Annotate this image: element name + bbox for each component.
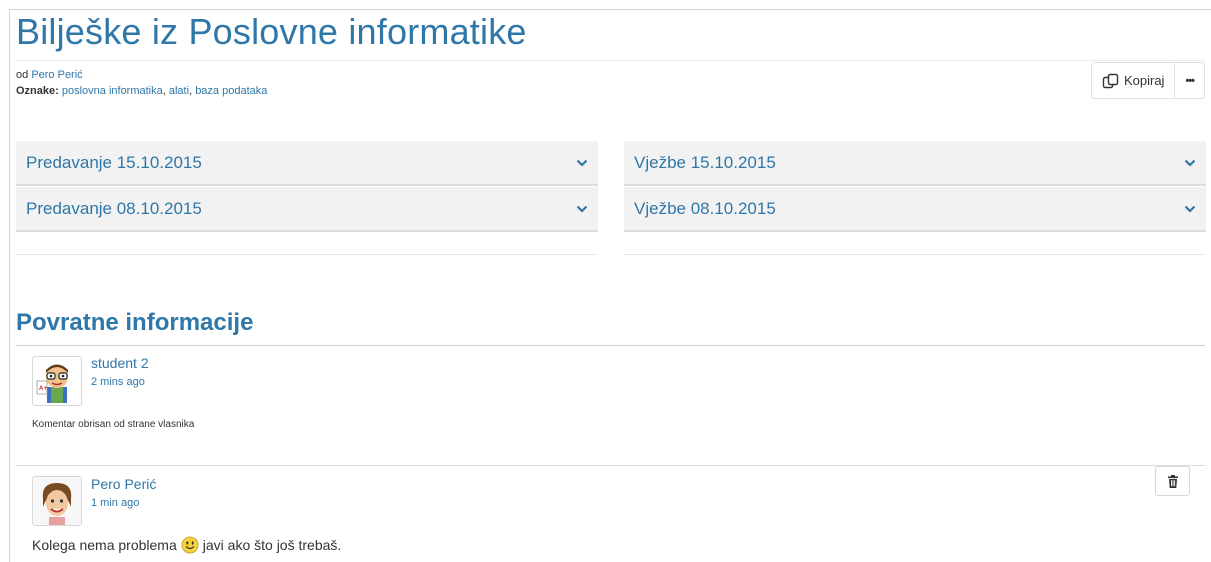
comment-text: Kolega nema problema javi ako što još tr… [32, 536, 341, 554]
accordion-divider [624, 254, 1206, 255]
feedback-divider [16, 345, 1205, 346]
avatar[interactable]: A+ [32, 356, 82, 406]
delete-comment-button[interactable] [1155, 466, 1190, 496]
accordion-label: Predavanje 15.10.2015 [26, 152, 202, 172]
tag-link[interactable]: poslovna informatika [62, 85, 163, 97]
chevron-down-icon [576, 159, 588, 167]
tags-line: Oznake: poslovna informatika, alati, baz… [16, 85, 268, 97]
feedback-title: Povratne informacije [16, 309, 254, 336]
smiley-icon [181, 536, 199, 554]
page-title: Bilješke iz Poslovne informatike [16, 11, 527, 52]
accordion-divider [16, 254, 598, 255]
comment-author[interactable]: student 2 [91, 355, 149, 371]
comment-time: 1 min ago [91, 497, 140, 509]
comment-text-part: Kolega nema problema [32, 537, 177, 553]
tag-link[interactable]: baza podataka [195, 85, 267, 97]
avatar[interactable] [32, 476, 82, 526]
accordion-item-predavanje-15[interactable]: Predavanje 15.10.2015 [16, 141, 598, 186]
accordion-item-predavanje-08[interactable]: Predavanje 08.10.2015 [16, 187, 598, 232]
accordion-label: Vježbe 08.10.2015 [634, 198, 776, 218]
user-avatar-icon [33, 477, 81, 525]
svg-text:A+: A+ [39, 385, 48, 392]
copy-label: Kopiraj [1123, 73, 1165, 88]
author-line: od Pero Perić [16, 67, 267, 83]
comment-divider [16, 465, 1205, 466]
accordion-right: Vježbe 15.10.2015 Vježbe 08.10.2015 [624, 141, 1206, 255]
more-options-button[interactable]: ••• [1174, 63, 1204, 98]
accordion-left: Predavanje 15.10.2015 Predavanje 08.10.2… [16, 141, 598, 255]
accordion-label: Predavanje 08.10.2015 [26, 198, 202, 218]
title-divider [16, 60, 1205, 61]
note-meta: od Pero Perić Oznake: poslovna informati… [16, 67, 267, 99]
note-toolbar: Kopiraj ••• [1090, 62, 1205, 99]
copy-button[interactable]: Kopiraj [1092, 63, 1174, 98]
student-avatar-icon: A+ [36, 364, 68, 403]
chevron-down-icon [576, 205, 588, 213]
trash-icon [1167, 474, 1178, 488]
author-link[interactable]: Pero Perić [31, 69, 82, 81]
accordion-item-vjezbe-15[interactable]: Vježbe 15.10.2015 [624, 141, 1206, 186]
comment-text: Komentar obrisan od strane vlasnika [32, 419, 195, 430]
chevron-down-icon [1184, 159, 1196, 167]
more-icon: ••• [1185, 74, 1195, 87]
tags-label: Oznake: [16, 85, 59, 97]
comment-author[interactable]: Pero Perić [91, 476, 156, 492]
chevron-down-icon [1184, 205, 1196, 213]
by-prefix: od [16, 69, 29, 81]
copy-icon [1102, 73, 1119, 88]
accordion-item-vjezbe-08[interactable]: Vježbe 08.10.2015 [624, 187, 1206, 232]
comment-time: 2 mins ago [91, 376, 145, 388]
tag-link[interactable]: alati [169, 85, 189, 97]
accordion-label: Vježbe 15.10.2015 [634, 152, 776, 172]
comment-text-part: javi ako što još trebaš. [202, 537, 342, 553]
